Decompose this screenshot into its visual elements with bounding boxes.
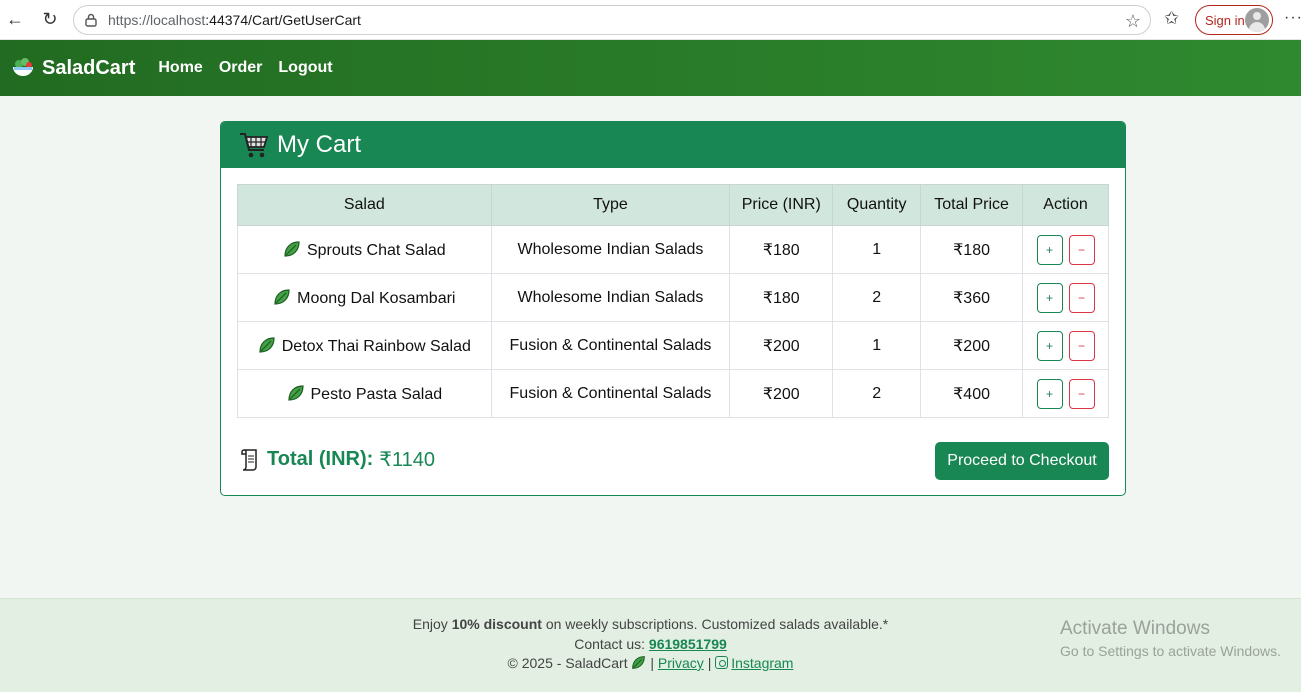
checkout-button[interactable]: Proceed to Checkout [935,442,1109,480]
salad-cell: Pesto Pasta Salad [237,369,492,418]
phone-link[interactable]: 9619851799 [649,636,727,652]
quantity-cell: 2 [832,273,922,322]
total-cell: ₹200 [920,321,1023,370]
receipt-icon [241,448,257,471]
page-title: My Cart [277,131,361,158]
leaf-icon [632,656,646,669]
table-row: Pesto Pasta Salad Fusion & Continental S… [237,369,1109,418]
salad-cell: Detox Thai Rainbow Salad [237,321,492,370]
table-row: Moong Dal Kosambari Wholesome Indian Sal… [237,273,1109,322]
separator: | [650,655,654,671]
salad-name: Detox Thai Rainbow Salad [281,337,471,355]
shopping-cart-icon [240,133,269,158]
brand-name: SaladCart [42,56,136,79]
app-navbar: SaladCart Home Order Logout [0,40,1301,96]
promo-pre: Enjoy [412,616,452,632]
increase-quantity-button[interactable]: + [1036,330,1063,361]
total-value: ₹1140 [379,449,436,471]
quantity-cell: 1 [832,225,922,274]
col-quantity: Quantity [832,184,922,226]
type-cell: Fusion & Continental Salads [490,369,731,418]
increase-quantity-button[interactable]: + [1036,234,1063,265]
col-salad: Salad [237,184,492,226]
url-path: :44374/Cart/GetUserCart [205,12,361,28]
browser-toolbar: ← ↻ https://localhost:44374/Cart/GetUser… [0,0,1301,40]
leaf-icon [259,336,275,353]
quantity-cell: 2 [832,369,922,418]
increase-quantity-button[interactable]: + [1036,378,1063,409]
url-text: https://localhost:44374/Cart/GetUserCart [108,12,361,28]
table-row: Detox Thai Rainbow Salad Fusion & Contin… [237,321,1109,370]
salad-cell: Sprouts Chat Salad [237,225,492,274]
salad-bowl-icon [13,58,33,76]
lock-icon [84,13,98,27]
total-cell: ₹180 [920,225,1023,274]
cart-table: Salad Type Price (INR) Quantity Total Pr… [237,184,1109,418]
cart-total: Total (INR): ₹1140 [239,447,435,472]
col-total: Total Price [920,184,1023,226]
col-action: Action [1022,184,1109,226]
decrease-quantity-button[interactable]: − [1068,234,1095,265]
leaf-icon [287,384,304,401]
decrease-quantity-button[interactable]: − [1068,330,1095,361]
address-bar[interactable]: https://localhost:44374/Cart/GetUserCart… [73,5,1151,35]
copyright-text: © 2025 - SaladCart [507,655,628,671]
star-icon[interactable]: ☆ [1125,11,1141,32]
col-price: Price (INR) [729,184,834,226]
price-cell: ₹200 [729,321,834,370]
instagram-icon [715,656,729,669]
salad-name: Sprouts Chat Salad [306,241,446,259]
action-cell: + − [1022,369,1109,418]
activate-windows-watermark: Activate Windows Go to Settings to activ… [1060,618,1281,659]
promo-discount: 10% discount [451,616,542,632]
leaf-icon [284,240,300,257]
total-label: Total (INR): [267,448,374,470]
back-arrow-icon[interactable]: ← [2,7,28,33]
instagram-link[interactable]: Instagram [715,655,793,671]
sign-in-button[interactable]: Sign in [1195,5,1273,35]
action-cell: + − [1022,273,1109,322]
price-cell: ₹180 [729,273,834,322]
watermark-subtitle: Go to Settings to activate Windows. [1060,643,1281,659]
decrease-quantity-button[interactable]: − [1068,282,1095,313]
type-cell: Wholesome Indian Salads [490,225,731,274]
type-cell: Wholesome Indian Salads [490,273,731,322]
type-cell: Fusion & Continental Salads [490,321,731,370]
action-cell: + − [1022,321,1109,370]
salad-cell: Moong Dal Kosambari [237,273,492,322]
more-icon[interactable]: ··· [1284,9,1301,27]
nav-order[interactable]: Order [219,59,263,77]
decrease-quantity-button[interactable]: − [1068,378,1095,409]
sign-in-label: Sign in [1205,12,1245,28]
promo-post: on weekly subscriptions. Customized sala… [541,616,889,632]
price-cell: ₹180 [729,225,834,274]
instagram-label: Instagram [731,655,794,671]
total-cell: ₹400 [920,369,1023,418]
nav-logout[interactable]: Logout [278,59,332,77]
col-type: Type [490,184,731,226]
reload-icon[interactable]: ↻ [37,7,63,33]
total-cell: ₹360 [920,273,1023,322]
salad-name: Pesto Pasta Salad [310,385,443,403]
leaf-icon [274,288,290,305]
quantity-cell: 1 [832,321,922,370]
privacy-link[interactable]: Privacy [658,655,704,671]
table-row: Sprouts Chat Salad Wholesome Indian Sala… [237,225,1109,274]
avatar [1245,8,1269,32]
increase-quantity-button[interactable]: + [1036,282,1063,313]
brand[interactable]: SaladCart [11,57,135,80]
contact-label: Contact us: [574,636,649,652]
table-header-row: Salad Type Price (INR) Quantity Total Pr… [237,184,1109,226]
favorites-icon[interactable]: ✩ [1164,8,1179,29]
price-cell: ₹200 [729,369,834,418]
action-cell: + − [1022,225,1109,274]
nav-home[interactable]: Home [158,59,202,77]
cart-card: My Cart Salad Type Price (INR) Quantity … [220,121,1126,496]
watermark-title: Activate Windows [1060,618,1210,639]
salad-name: Moong Dal Kosambari [297,289,456,307]
url-host: https://localhost [108,12,206,28]
separator: | [707,655,712,671]
card-header: My Cart [221,122,1125,168]
